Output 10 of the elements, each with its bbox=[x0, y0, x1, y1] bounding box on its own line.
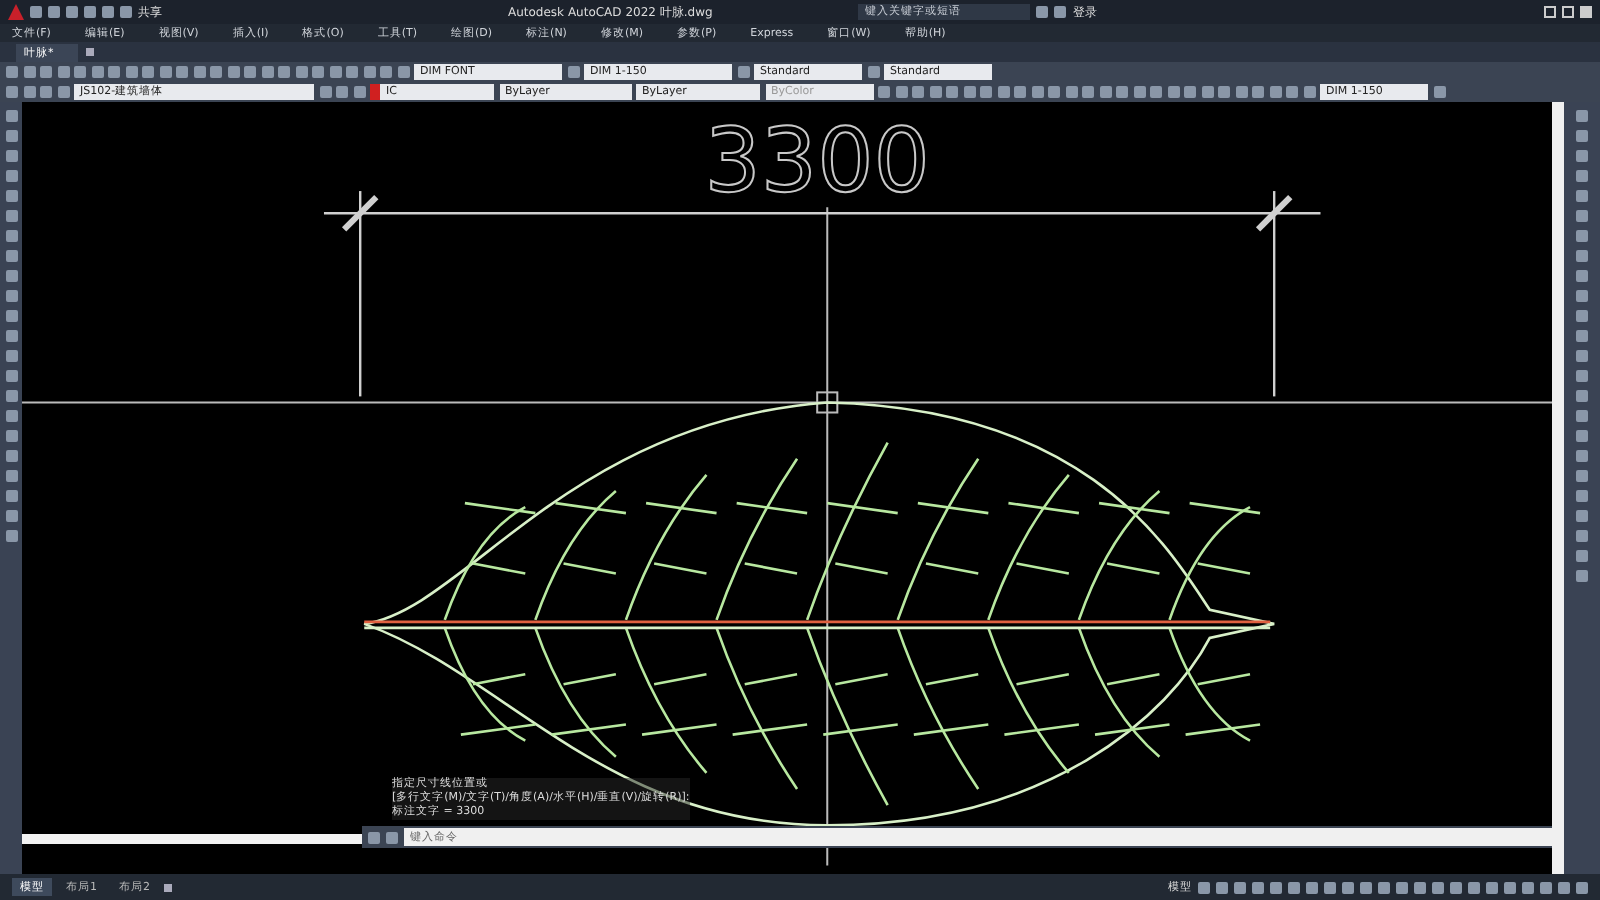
horizontal-scrollbar[interactable] bbox=[22, 834, 362, 844]
tool-icon[interactable] bbox=[567, 66, 579, 78]
add-layout-icon[interactable] bbox=[164, 883, 172, 891]
tool-icon[interactable] bbox=[737, 66, 749, 78]
maximize-icon[interactable] bbox=[1562, 6, 1574, 18]
tool-icon[interactable] bbox=[1433, 86, 1445, 98]
app-logo-icon[interactable] bbox=[8, 4, 24, 20]
new-tab-icon[interactable] bbox=[85, 48, 94, 56]
vertical-scrollbar[interactable] bbox=[1552, 102, 1564, 874]
dimension-text: 3300 bbox=[704, 111, 930, 214]
